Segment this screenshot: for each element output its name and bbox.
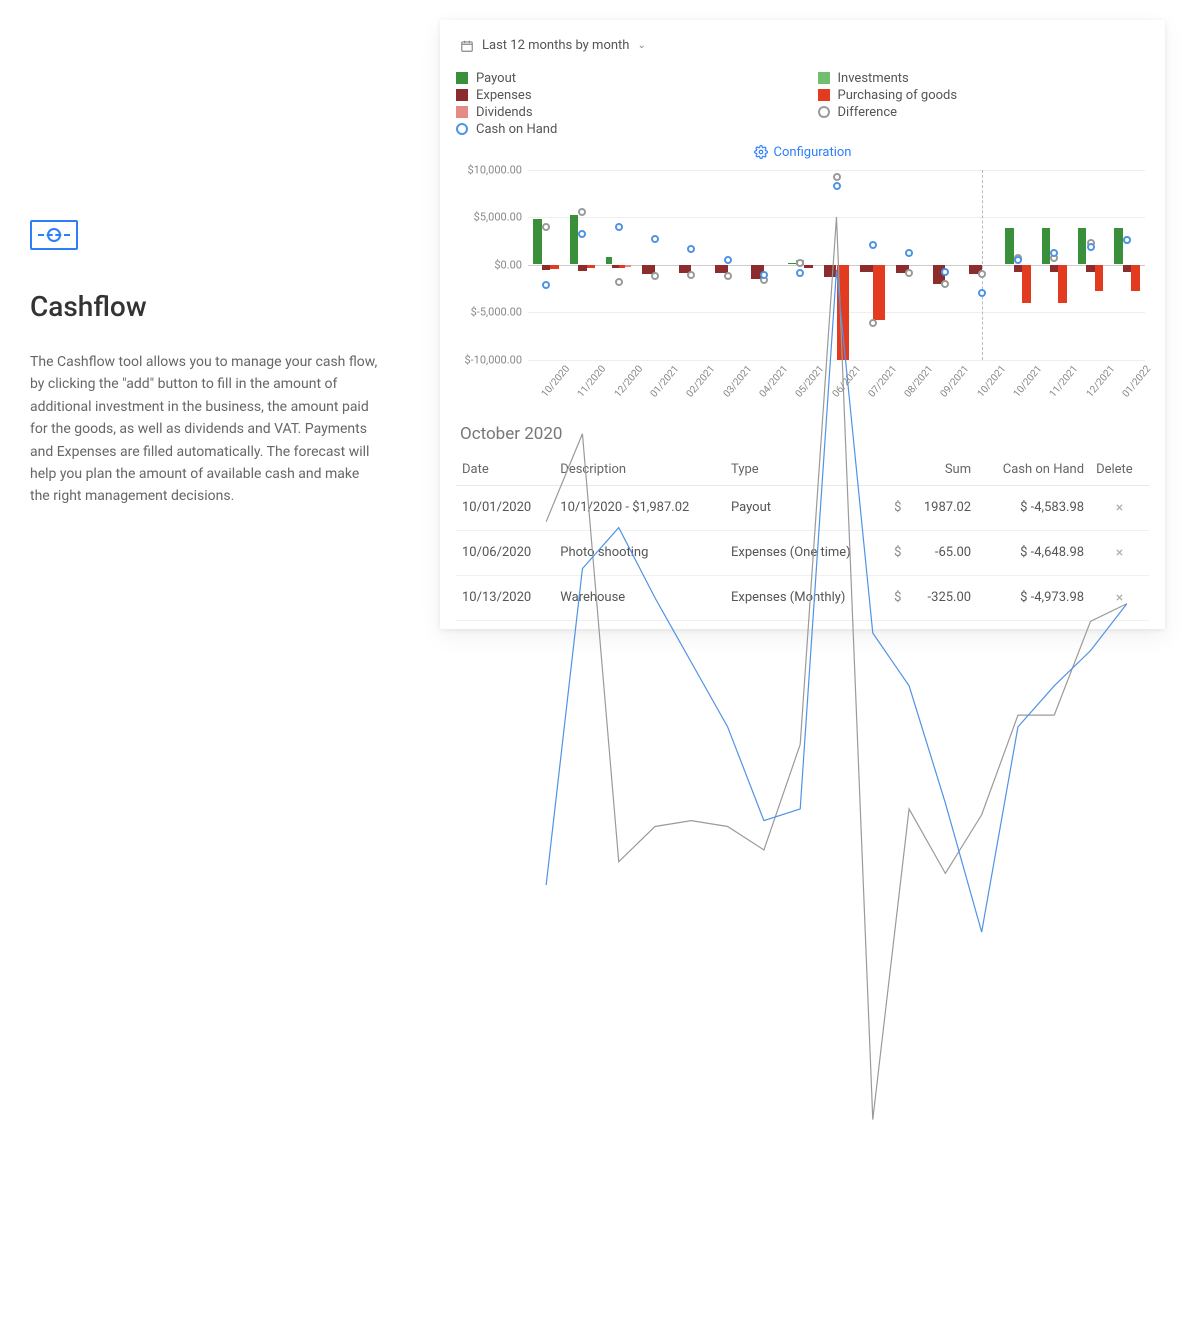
legend-swatch: [456, 106, 468, 118]
legend-item[interactable]: Cash on Hand: [456, 122, 788, 137]
legend-label: Cash on Hand: [476, 122, 557, 137]
legend-label: Payout: [476, 71, 516, 86]
chart-line: [528, 170, 1145, 1342]
x-tick: 08/2021: [903, 363, 936, 399]
x-tick: 10/2021: [1012, 363, 1045, 399]
legend-swatch: [456, 72, 468, 84]
x-tick: 10/2020: [540, 363, 573, 399]
y-tick: $10,000.00: [456, 163, 522, 176]
y-tick: $-10,000.00: [456, 353, 522, 366]
legend-label: Investments: [838, 71, 909, 86]
legend-swatch: [456, 89, 468, 101]
legend-item[interactable]: Payout: [456, 71, 788, 86]
chart-point: [941, 268, 949, 276]
cashflow-panel: Last 12 months by month ⌄ Payout Investme…: [440, 20, 1165, 629]
chart-point: [1087, 243, 1095, 251]
gear-icon: [754, 145, 768, 159]
y-tick: $0.00: [456, 258, 522, 271]
x-tick: 06/2021: [830, 363, 863, 399]
legend-item[interactable]: Difference: [818, 105, 1150, 120]
cash-icon: [30, 220, 78, 250]
x-tick: 01/2021: [649, 363, 682, 399]
legend-swatch: [818, 106, 830, 118]
legend-swatch: [456, 123, 468, 135]
chart-point: [651, 235, 659, 243]
x-tick: 12/2021: [1084, 363, 1117, 399]
chart-point: [578, 230, 586, 238]
legend-swatch: [818, 72, 830, 84]
chart-point: [1014, 256, 1022, 264]
x-tick: 02/2021: [685, 363, 718, 399]
calendar-icon: [460, 39, 474, 53]
chart-point: [542, 281, 550, 289]
chart-point: [1123, 236, 1131, 244]
cashflow-chart: $10,000.00$5,000.00$0.00$-5,000.00$-10,0…: [456, 170, 1149, 400]
chart-point: [869, 241, 877, 249]
x-tick: 07/2021: [866, 363, 899, 399]
chart-point: [978, 289, 986, 297]
chart-point: [760, 271, 768, 279]
x-tick: 03/2021: [721, 363, 754, 399]
x-tick: 11/2021: [1048, 363, 1081, 399]
x-tick: 12/2020: [612, 363, 645, 399]
legend-item[interactable]: Investments: [818, 71, 1150, 86]
legend-label: Expenses: [476, 88, 532, 103]
chart-point: [687, 245, 695, 253]
x-tick: 05/2021: [794, 363, 827, 399]
x-tick: 09/2021: [939, 363, 972, 399]
chevron-down-icon: ⌄: [637, 40, 645, 51]
period-label: Last 12 months by month: [482, 38, 629, 53]
chart-point: [1050, 249, 1058, 257]
chart-legend: Payout Investments Expenses Purchasing of g…: [456, 71, 1149, 137]
page-title: Cashflow: [30, 290, 380, 323]
x-tick: 11/2020: [576, 363, 609, 399]
x-tick: 10/2021: [975, 363, 1008, 399]
configuration-link[interactable]: Configuration: [456, 145, 1149, 160]
legend-item[interactable]: Expenses: [456, 88, 788, 103]
legend-swatch: [818, 89, 830, 101]
y-tick: $5,000.00: [456, 211, 522, 224]
x-tick: 04/2021: [757, 363, 790, 399]
chart-point: [833, 182, 841, 190]
chart-point: [905, 249, 913, 257]
legend-label: Purchasing of goods: [838, 88, 958, 103]
legend-label: Difference: [838, 105, 898, 120]
y-tick: $-5,000.00: [456, 306, 522, 319]
period-picker[interactable]: Last 12 months by month ⌄: [456, 36, 650, 55]
legend-item[interactable]: Dividends: [456, 105, 788, 120]
chart-point: [796, 269, 804, 277]
x-tick: 01/2022: [1120, 363, 1153, 399]
chart-point: [615, 223, 623, 231]
page-description: The Cashflow tool allows you to manage y…: [30, 351, 380, 508]
chart-point: [724, 256, 732, 264]
legend-label: Dividends: [476, 105, 533, 120]
legend-item[interactable]: Purchasing of goods: [818, 88, 1150, 103]
